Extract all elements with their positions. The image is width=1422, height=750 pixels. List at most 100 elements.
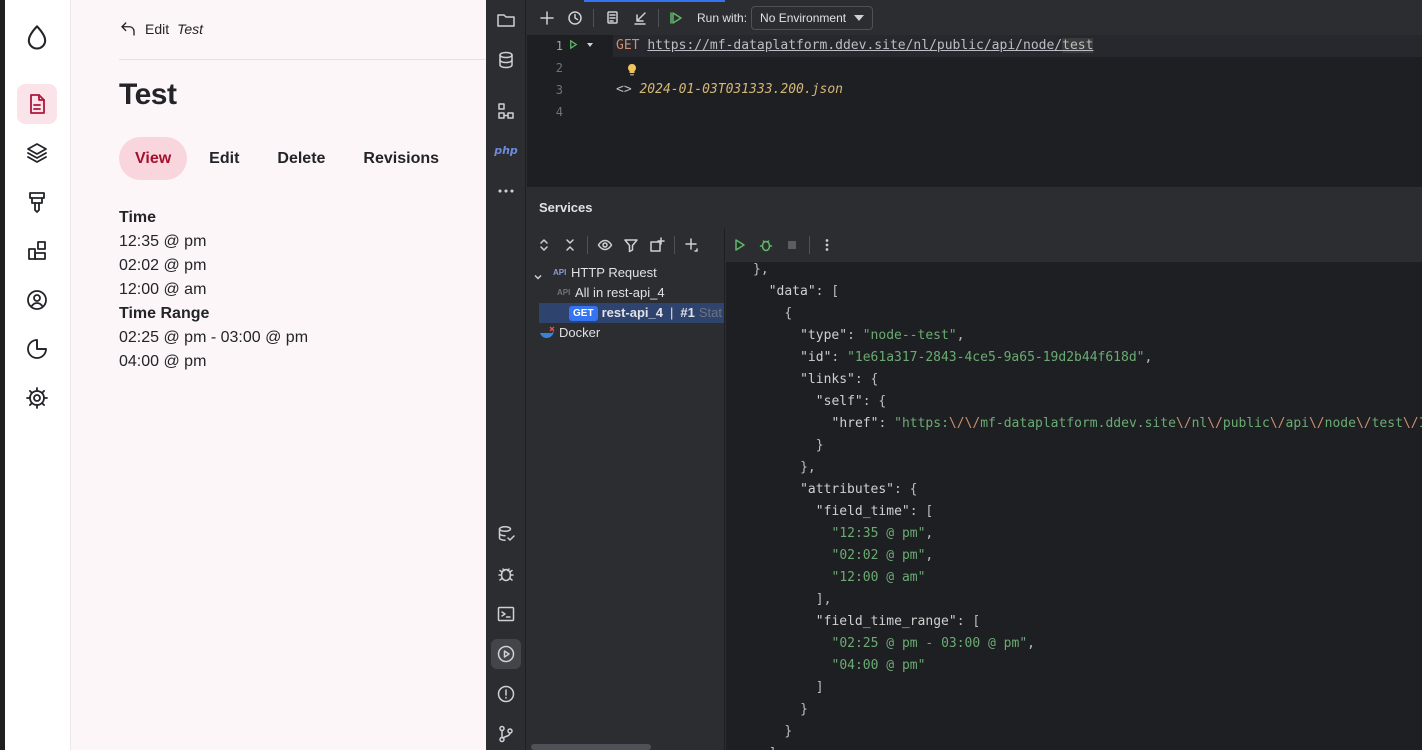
toolbar-separator bbox=[587, 236, 588, 254]
json-string-part: nl bbox=[1191, 416, 1208, 431]
json-punct: : [ bbox=[815, 284, 840, 299]
database-icon[interactable] bbox=[491, 45, 521, 75]
line-gutter: 1 2 3 4 bbox=[527, 35, 613, 186]
php-icon[interactable]: php bbox=[491, 135, 521, 165]
drupal-drop-icon[interactable] bbox=[17, 18, 57, 58]
request-url-tail: test bbox=[1062, 38, 1094, 53]
environment-select[interactable]: No Environment bbox=[751, 5, 874, 30]
json-string: "04:00 @ pm" bbox=[832, 658, 926, 673]
field-value-time-range: 02:25 @ pm - 03:00 @ pm bbox=[119, 329, 309, 346]
debug-icon[interactable] bbox=[491, 559, 521, 589]
json-punct: } bbox=[815, 438, 824, 453]
import-icon[interactable] bbox=[628, 6, 652, 30]
json-string-part: public bbox=[1222, 416, 1270, 431]
tree-node-get-request[interactable]: GET rest-api_4 | #1 Stat bbox=[539, 303, 724, 323]
response-reference[interactable]: <> 2024-01-03T031333.200.json bbox=[616, 79, 843, 101]
copy-icon[interactable] bbox=[600, 6, 624, 30]
services-icon[interactable] bbox=[491, 639, 521, 669]
json-punct: , bbox=[1144, 350, 1153, 365]
json-line: ], bbox=[769, 743, 785, 750]
json-string: "1e61a317-2843-4ce5-9a65-19d2b44f618d" bbox=[847, 350, 1144, 365]
json-punct: } bbox=[800, 702, 808, 717]
json-key: "self" bbox=[815, 394, 863, 409]
json-punct: ], bbox=[769, 746, 785, 750]
debug-icon[interactable] bbox=[754, 233, 778, 257]
view-options-icon[interactable] bbox=[593, 233, 617, 257]
json-punct: : [ bbox=[909, 504, 934, 519]
json-key: "field_time" bbox=[815, 504, 910, 519]
json-line: "field_time": [ bbox=[816, 501, 933, 523]
json-line: } bbox=[816, 435, 824, 457]
add-request-icon[interactable] bbox=[535, 6, 559, 30]
horizontal-scrollbar[interactable] bbox=[531, 744, 651, 750]
people-icon[interactable] bbox=[17, 280, 57, 320]
toolbar-separator bbox=[593, 8, 594, 27]
json-escape: \/ bbox=[1207, 416, 1223, 431]
json-string: "12:35 @ pm" bbox=[832, 526, 926, 541]
structure-icon[interactable] bbox=[491, 96, 521, 126]
problems-icon[interactable] bbox=[491, 679, 521, 709]
terminal-icon[interactable] bbox=[491, 599, 521, 629]
appearance-icon[interactable] bbox=[17, 182, 57, 222]
run-number: #1 bbox=[680, 305, 695, 320]
rerun-icon[interactable] bbox=[728, 233, 752, 257]
run-request-icon[interactable] bbox=[568, 39, 579, 53]
chevron-down-icon bbox=[854, 14, 865, 21]
breadcrumb-title: Test bbox=[177, 21, 204, 37]
structure-icon[interactable] bbox=[17, 133, 57, 173]
content-icon[interactable] bbox=[17, 84, 57, 124]
history-icon[interactable] bbox=[563, 6, 587, 30]
collapse-all-icon[interactable] bbox=[558, 233, 582, 257]
response-file-link[interactable]: 2024-01-03T031333.200.json bbox=[639, 82, 843, 97]
tree-node-docker[interactable]: Docker bbox=[539, 323, 600, 343]
request-url[interactable]: https://mf-dataplatform.ddev.site/nl/pub… bbox=[647, 38, 1094, 53]
response-output[interactable]: }, "data": [{"type": "node--test", "id": "… bbox=[726, 262, 1422, 750]
project-folder-icon[interactable] bbox=[491, 5, 521, 35]
expand-all-icon[interactable] bbox=[532, 233, 556, 257]
tree-node-label: All in rest-api_4 bbox=[575, 285, 665, 300]
json-line: } bbox=[784, 721, 792, 743]
configuration-icon[interactable] bbox=[17, 378, 57, 418]
tab-view[interactable]: View bbox=[119, 137, 188, 180]
run-options-chevron-icon[interactable] bbox=[587, 43, 593, 47]
json-key: "attributes" bbox=[800, 482, 895, 497]
code-area[interactable]: GET https://mf-dataplatform.ddev.site/nl… bbox=[613, 35, 1422, 186]
breadcrumb[interactable]: Edit Test bbox=[119, 20, 203, 38]
json-punct: , bbox=[956, 328, 965, 343]
database-check-icon[interactable] bbox=[491, 519, 521, 549]
json-punct: , bbox=[925, 526, 934, 541]
tab-edit[interactable]: Edit bbox=[193, 137, 255, 180]
json-punct: : bbox=[878, 416, 895, 431]
tree-node-label: Docker bbox=[559, 325, 601, 340]
extend-icon[interactable] bbox=[17, 231, 57, 271]
tab-delete[interactable]: Delete bbox=[261, 137, 341, 180]
more-icon[interactable] bbox=[491, 176, 521, 206]
api-icon: API bbox=[553, 268, 567, 277]
add-service-icon[interactable] bbox=[680, 233, 704, 257]
line-number: 2 bbox=[555, 61, 563, 75]
response-ref-prefix: <> bbox=[616, 82, 632, 97]
filter-icon[interactable] bbox=[619, 233, 643, 257]
new-tab-icon[interactable] bbox=[645, 233, 669, 257]
run-all-icon[interactable] bbox=[665, 6, 689, 30]
docker-icon bbox=[539, 326, 555, 340]
git-icon[interactable] bbox=[491, 719, 521, 749]
tab-revisions[interactable]: Revisions bbox=[347, 137, 455, 180]
tree-node-separator: | bbox=[669, 305, 674, 320]
json-punct: : { bbox=[894, 482, 918, 497]
more-vertical-icon[interactable] bbox=[815, 233, 839, 257]
json-string: "https:\/\/mf-dataplatform.ddev.site\/nl… bbox=[894, 416, 1422, 431]
json-line: "attributes": { bbox=[800, 479, 917, 501]
lightbulb-icon[interactable] bbox=[626, 63, 638, 77]
json-string: "12:00 @ am" bbox=[832, 570, 926, 585]
tree-node-http-request[interactable]: API HTTP Request bbox=[533, 263, 657, 283]
reports-icon[interactable] bbox=[17, 329, 57, 369]
toolbar-separator bbox=[658, 8, 659, 27]
json-line: "12:35 @ pm", bbox=[832, 523, 934, 545]
http-editor: Run with: No Environment 1 2 3 4 GET htt… bbox=[527, 0, 1422, 186]
json-string-part: node bbox=[1324, 416, 1356, 431]
tree-node-all-requests[interactable]: API All in rest-api_4 bbox=[557, 283, 665, 303]
stop-icon[interactable] bbox=[780, 233, 804, 257]
json-punct: , bbox=[1027, 636, 1035, 651]
breadcrumb-prefix: Edit bbox=[145, 21, 170, 37]
